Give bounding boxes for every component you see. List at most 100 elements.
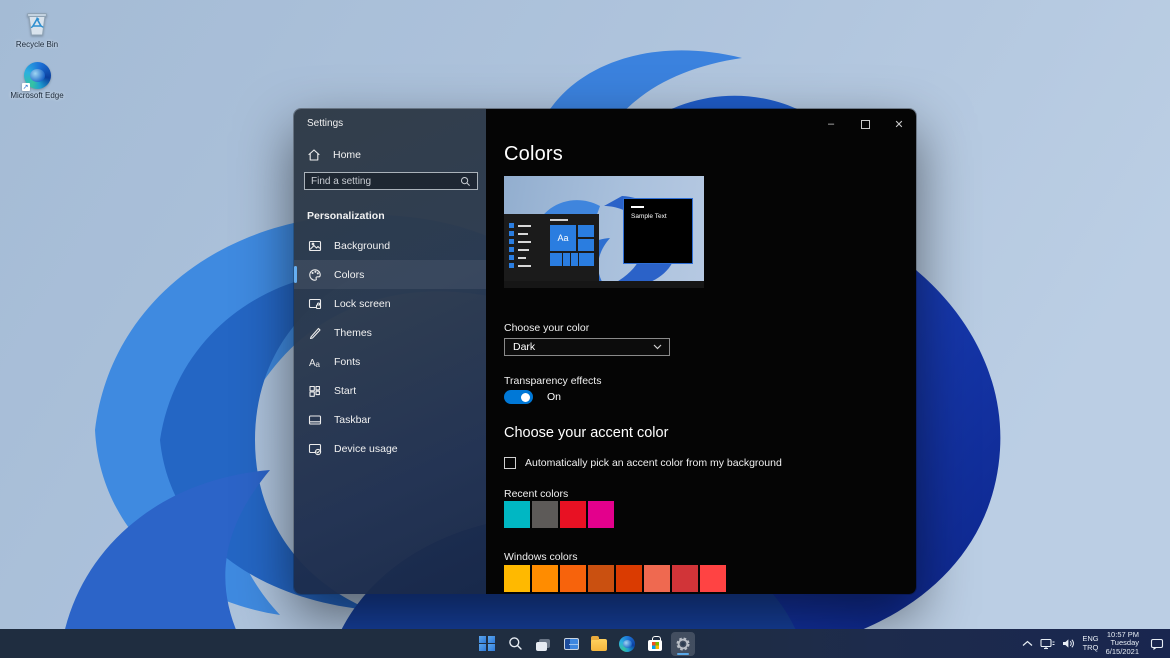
sidebar-item-colors[interactable]: Colors bbox=[294, 260, 486, 289]
file-explorer-icon bbox=[591, 639, 607, 651]
start-button[interactable] bbox=[475, 632, 499, 656]
system-tray: ENG TRQ 10:57 PM Tuesday 6/15/2021 bbox=[1022, 629, 1164, 658]
edge-button[interactable] bbox=[615, 632, 639, 656]
color-swatch[interactable] bbox=[504, 594, 530, 595]
settings-sidebar: Settings Home Personalization bbox=[294, 109, 486, 594]
task-view-button[interactable] bbox=[531, 632, 555, 656]
sidebar-nav: Background Colors bbox=[294, 231, 486, 463]
window-title: Settings bbox=[307, 118, 343, 129]
notifications-icon[interactable] bbox=[1150, 638, 1164, 650]
color-swatch[interactable] bbox=[560, 501, 586, 528]
color-mode-dropdown[interactable]: Dark bbox=[504, 338, 670, 356]
color-swatch[interactable] bbox=[644, 565, 670, 592]
close-button[interactable]: ✕ bbox=[882, 113, 916, 135]
preview-app-list bbox=[509, 223, 531, 268]
preview-tile-aa: Aa bbox=[550, 225, 576, 251]
edge-icon bbox=[619, 636, 635, 652]
settings-content: – ✕ Colors bbox=[486, 109, 916, 594]
fonts-icon: A a bbox=[307, 354, 322, 369]
sidebar-item-start[interactable]: Start bbox=[294, 376, 486, 405]
color-swatch[interactable] bbox=[672, 594, 698, 595]
preview-taskbar bbox=[504, 281, 704, 288]
color-swatch[interactable] bbox=[504, 501, 530, 528]
language-indicator[interactable]: ENG TRQ bbox=[1082, 635, 1098, 652]
minimize-button[interactable]: – bbox=[814, 113, 848, 135]
color-swatch[interactable] bbox=[672, 565, 698, 592]
sidebar-item-label: Start bbox=[334, 385, 356, 397]
device-usage-icon bbox=[307, 441, 322, 456]
recent-colors-label: Recent colors bbox=[504, 488, 568, 500]
search-input[interactable] bbox=[305, 176, 460, 187]
color-swatch[interactable] bbox=[560, 594, 586, 595]
search-icon bbox=[460, 176, 471, 187]
sidebar-item-taskbar[interactable]: Taskbar bbox=[294, 405, 486, 434]
search-box[interactable] bbox=[304, 172, 478, 190]
auto-accent-checkbox[interactable] bbox=[504, 457, 516, 469]
transparency-state: On bbox=[547, 391, 561, 403]
color-swatch[interactable] bbox=[532, 501, 558, 528]
accent-color-heading: Choose your accent color bbox=[504, 425, 668, 441]
desktop-icon-recycle-bin[interactable]: Recycle Bin bbox=[6, 8, 68, 49]
sidebar-item-device-usage[interactable]: Device usage bbox=[294, 434, 486, 463]
window-caption-buttons: – ✕ bbox=[814, 113, 916, 135]
clock[interactable]: 10:57 PM Tuesday 6/15/2021 bbox=[1106, 631, 1139, 657]
page-title: Colors bbox=[504, 143, 563, 166]
color-swatch[interactable] bbox=[700, 594, 726, 595]
widgets-button[interactable] bbox=[559, 632, 583, 656]
color-swatch[interactable] bbox=[588, 594, 614, 595]
chevron-up-icon[interactable] bbox=[1022, 640, 1033, 647]
color-swatch[interactable] bbox=[616, 594, 642, 595]
choose-color-label: Choose your color bbox=[504, 322, 589, 334]
color-swatch[interactable] bbox=[504, 565, 530, 592]
sidebar-item-fonts[interactable]: A a Fonts bbox=[294, 347, 486, 376]
sidebar-item-lock-screen[interactable]: Lock screen bbox=[294, 289, 486, 318]
theme-preview: Aa Sample Text bbox=[504, 176, 704, 288]
colors-icon bbox=[307, 267, 322, 282]
color-mode-value: Dark bbox=[513, 341, 535, 353]
widgets-icon bbox=[564, 638, 579, 650]
preview-start-menu: Aa bbox=[504, 214, 599, 281]
settings-window: Settings Home Personalization bbox=[293, 108, 917, 595]
sidebar-item-themes[interactable]: Themes bbox=[294, 318, 486, 347]
windows-colors-row-2 bbox=[504, 594, 726, 595]
color-swatch[interactable] bbox=[588, 501, 614, 528]
themes-icon bbox=[307, 325, 322, 340]
start-icon bbox=[307, 383, 322, 398]
maximize-icon bbox=[861, 120, 870, 129]
store-button[interactable] bbox=[643, 632, 667, 656]
home-icon bbox=[307, 148, 321, 162]
transparency-toggle[interactable] bbox=[504, 390, 533, 404]
sidebar-item-home[interactable]: Home bbox=[307, 146, 361, 164]
search-button[interactable] bbox=[503, 632, 527, 656]
recent-colors-row bbox=[504, 501, 614, 528]
sidebar-item-label: Lock screen bbox=[334, 298, 391, 310]
sidebar-section-title: Personalization bbox=[307, 210, 385, 222]
sidebar-item-background[interactable]: Background bbox=[294, 231, 486, 260]
background-icon bbox=[307, 238, 322, 253]
color-swatch[interactable] bbox=[644, 594, 670, 595]
sidebar-home-label: Home bbox=[333, 149, 361, 161]
chevron-down-icon bbox=[653, 344, 662, 350]
file-explorer-button[interactable] bbox=[587, 632, 611, 656]
color-swatch[interactable] bbox=[532, 565, 558, 592]
maximize-button[interactable] bbox=[848, 113, 882, 135]
network-icon[interactable] bbox=[1040, 638, 1055, 650]
taskbar: ENG TRQ 10:57 PM Tuesday 6/15/2021 bbox=[0, 629, 1170, 658]
color-swatch[interactable] bbox=[616, 565, 642, 592]
color-swatch[interactable] bbox=[700, 565, 726, 592]
auto-accent-label: Automatically pick an accent color from … bbox=[525, 457, 782, 469]
desktop-icon-microsoft-edge[interactable]: ↗ Microsoft Edge bbox=[6, 62, 68, 100]
color-swatch[interactable] bbox=[532, 594, 558, 595]
color-swatch[interactable] bbox=[588, 565, 614, 592]
sidebar-item-label: Device usage bbox=[334, 443, 398, 455]
preview-sample-text: Sample Text bbox=[631, 213, 667, 220]
transparency-label: Transparency effects bbox=[504, 375, 601, 387]
volume-icon[interactable] bbox=[1062, 638, 1075, 649]
close-icon: ✕ bbox=[894, 118, 903, 131]
windows-colors-row bbox=[504, 565, 726, 592]
desktop-icon-label: Recycle Bin bbox=[16, 40, 58, 49]
search-icon bbox=[508, 636, 523, 651]
clock-date: 6/15/2021 bbox=[1106, 648, 1139, 657]
settings-button[interactable] bbox=[671, 632, 695, 656]
color-swatch[interactable] bbox=[560, 565, 586, 592]
